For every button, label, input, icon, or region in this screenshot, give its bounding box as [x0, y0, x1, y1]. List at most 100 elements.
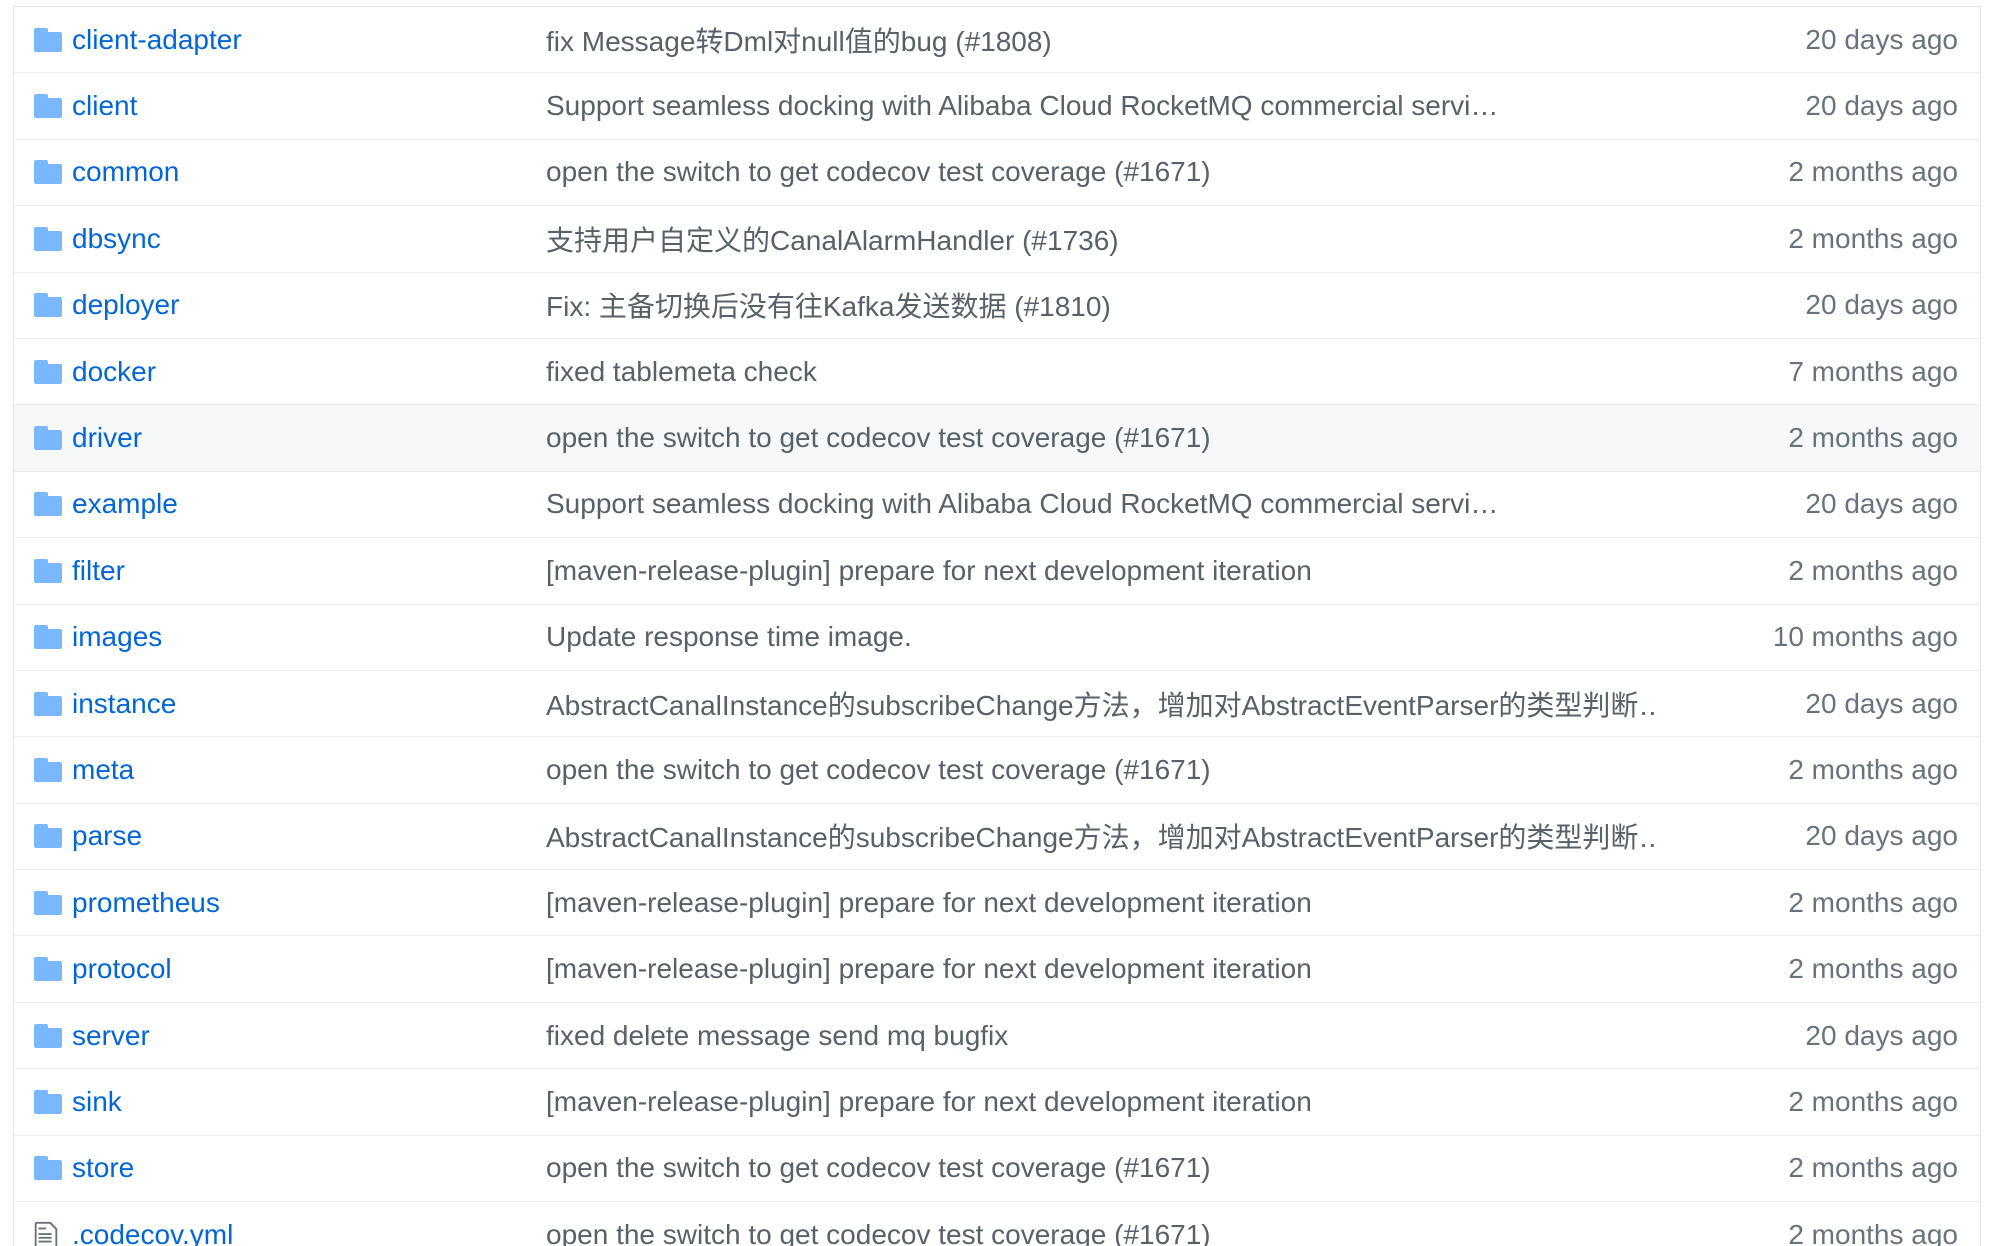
- icon-cell: [14, 160, 72, 185]
- icon-cell: [14, 293, 72, 318]
- icon-cell: [14, 824, 72, 849]
- commit-message-link[interactable]: [maven-release-plugin] prepare for next …: [546, 887, 1660, 919]
- icon-cell: [14, 426, 72, 451]
- folder-icon: [34, 160, 62, 185]
- file-name-link[interactable]: parse: [72, 820, 546, 852]
- commit-age: 2 months ago: [1788, 953, 1958, 985]
- commit-message-link[interactable]: open the switch to get codecov test cove…: [546, 1152, 1660, 1184]
- folder-icon: [34, 691, 62, 716]
- file-row-docker[interactable]: docker fixed tablemeta check 7 months ag…: [14, 339, 1980, 406]
- commit-message-link[interactable]: Fix: 主备切换后没有往Kafka发送数据 (#1810): [546, 285, 1660, 325]
- commit-message-link[interactable]: AbstractCanalInstance的subscribeChange方法，…: [546, 684, 1660, 724]
- file-row-server[interactable]: server fixed delete message send mq bugf…: [14, 1003, 1980, 1070]
- commit-age: 2 months ago: [1788, 1152, 1958, 1184]
- file-name-link[interactable]: meta: [72, 754, 546, 786]
- commit-age: 20 days ago: [1805, 90, 1958, 122]
- file-name-link[interactable]: prometheus: [72, 887, 546, 919]
- commit-age: 7 months ago: [1788, 355, 1958, 387]
- file-name-link[interactable]: server: [72, 1020, 546, 1052]
- folder-icon: [34, 293, 62, 318]
- folder-icon: [34, 1089, 62, 1114]
- file-name-link[interactable]: sink: [72, 1086, 546, 1118]
- commit-message-link[interactable]: Update response time image.: [546, 621, 1660, 653]
- folder-icon: [34, 492, 62, 517]
- icon-cell: [14, 890, 72, 915]
- folder-icon: [34, 359, 62, 384]
- commit-age: 20 days ago: [1805, 1019, 1958, 1051]
- commit-age: 2 months ago: [1788, 222, 1958, 254]
- commit-message-link[interactable]: Support seamless docking with Alibaba Cl…: [546, 90, 1660, 122]
- file-row-instance[interactable]: instance AbstractCanalInstance的subscribe…: [14, 671, 1980, 738]
- icon-cell: [14, 1089, 72, 1114]
- file-name-link[interactable]: docker: [72, 356, 546, 388]
- commit-message-link[interactable]: fix Message转Dml对null值的bug (#1808): [546, 20, 1660, 60]
- folder-icon: [34, 226, 62, 251]
- icon-cell: [14, 625, 72, 650]
- file-row-client[interactable]: client Support seamless docking with Ali…: [14, 73, 1980, 140]
- folder-icon: [34, 426, 62, 451]
- icon-cell: [14, 226, 72, 251]
- commit-message-link[interactable]: [maven-release-plugin] prepare for next …: [546, 555, 1660, 587]
- commit-message-link[interactable]: [maven-release-plugin] prepare for next …: [546, 953, 1660, 985]
- file-name-link[interactable]: example: [72, 488, 546, 520]
- icon-cell: [14, 558, 72, 583]
- file-name-link[interactable]: driver: [72, 422, 546, 454]
- folder-icon: [34, 558, 62, 583]
- icon-cell: [14, 957, 72, 982]
- file-name-link[interactable]: deployer: [72, 289, 546, 321]
- file-row-codecovyml[interactable]: .codecov.yml open the switch to get code…: [14, 1202, 1980, 1246]
- file-name-link[interactable]: instance: [72, 688, 546, 720]
- file-name-link[interactable]: dbsync: [72, 223, 546, 255]
- file-row-store[interactable]: store open the switch to get codecov tes…: [14, 1136, 1980, 1203]
- file-row-client-adapter[interactable]: client-adapter fix Message转Dml对null值的bug…: [14, 7, 1980, 74]
- file-name-link[interactable]: store: [72, 1152, 546, 1184]
- commit-message-link[interactable]: open the switch to get codecov test cove…: [546, 1219, 1660, 1246]
- file-name-link[interactable]: client-adapter: [72, 24, 546, 56]
- commit-message-link[interactable]: [maven-release-plugin] prepare for next …: [546, 1086, 1660, 1118]
- icon-cell: [14, 27, 72, 52]
- folder-icon: [34, 957, 62, 982]
- folder-icon: [34, 890, 62, 915]
- commit-age: 2 months ago: [1788, 1085, 1958, 1117]
- file-row-filter[interactable]: filter [maven-release-plugin] prepare fo…: [14, 538, 1980, 605]
- file-name-link[interactable]: images: [72, 621, 546, 653]
- commit-message-link[interactable]: 支持用户自定义的CanalAlarmHandler (#1736): [546, 219, 1660, 259]
- folder-icon: [34, 824, 62, 849]
- commit-age: 2 months ago: [1788, 1218, 1958, 1246]
- folder-icon: [34, 625, 62, 650]
- file-row-sink[interactable]: sink [maven-release-plugin] prepare for …: [14, 1069, 1980, 1136]
- file-row-protocol[interactable]: protocol [maven-release-plugin] prepare …: [14, 936, 1980, 1003]
- file-row-parse[interactable]: parse AbstractCanalInstance的subscribeCha…: [14, 804, 1980, 871]
- commit-message-link[interactable]: open the switch to get codecov test cove…: [546, 754, 1660, 786]
- file-name-link[interactable]: client: [72, 90, 546, 122]
- icon-cell: [14, 1023, 72, 1048]
- icon-cell: [14, 1156, 72, 1181]
- file-name-link[interactable]: filter: [72, 555, 546, 587]
- commit-message-link[interactable]: fixed tablemeta check: [546, 356, 1660, 388]
- commit-message-link[interactable]: open the switch to get codecov test cove…: [546, 422, 1660, 454]
- file-name-link[interactable]: common: [72, 156, 546, 188]
- file-row-example[interactable]: example Support seamless docking with Al…: [14, 472, 1980, 539]
- commit-message-link[interactable]: open the switch to get codecov test cove…: [546, 156, 1660, 188]
- commit-message-link[interactable]: fixed delete message send mq bugfix: [546, 1020, 1660, 1052]
- file-row-driver[interactable]: driver open the switch to get codecov te…: [14, 405, 1980, 472]
- file-row-images[interactable]: images Update response time image. 10 mo…: [14, 605, 1980, 671]
- file-row-dbsync[interactable]: dbsync 支持用户自定义的CanalAlarmHandler (#1736)…: [14, 206, 1980, 273]
- file-icon: [34, 1221, 58, 1246]
- commit-age: 20 days ago: [1805, 488, 1958, 520]
- file-name-link[interactable]: .codecov.yml: [72, 1219, 546, 1246]
- file-name-link[interactable]: protocol: [72, 953, 546, 985]
- file-row-deployer[interactable]: deployer Fix: 主备切换后没有往Kafka发送数据 (#1810) …: [14, 273, 1980, 339]
- commit-age: 20 days ago: [1805, 687, 1958, 719]
- icon-cell: [14, 1220, 72, 1246]
- commit-message-link[interactable]: Support seamless docking with Alibaba Cl…: [546, 488, 1660, 520]
- commit-message-link[interactable]: AbstractCanalInstance的subscribeChange方法，…: [546, 816, 1660, 856]
- commit-age: 20 days ago: [1805, 23, 1958, 55]
- commit-age: 2 months ago: [1788, 422, 1958, 454]
- icon-cell: [14, 757, 72, 782]
- folder-icon: [34, 1156, 62, 1181]
- file-row-meta[interactable]: meta open the switch to get codecov test…: [14, 737, 1980, 804]
- file-row-prometheus[interactable]: prometheus [maven-release-plugin] prepar…: [14, 870, 1980, 937]
- folder-icon: [34, 757, 62, 782]
- file-row-common[interactable]: common open the switch to get codecov te…: [14, 140, 1980, 207]
